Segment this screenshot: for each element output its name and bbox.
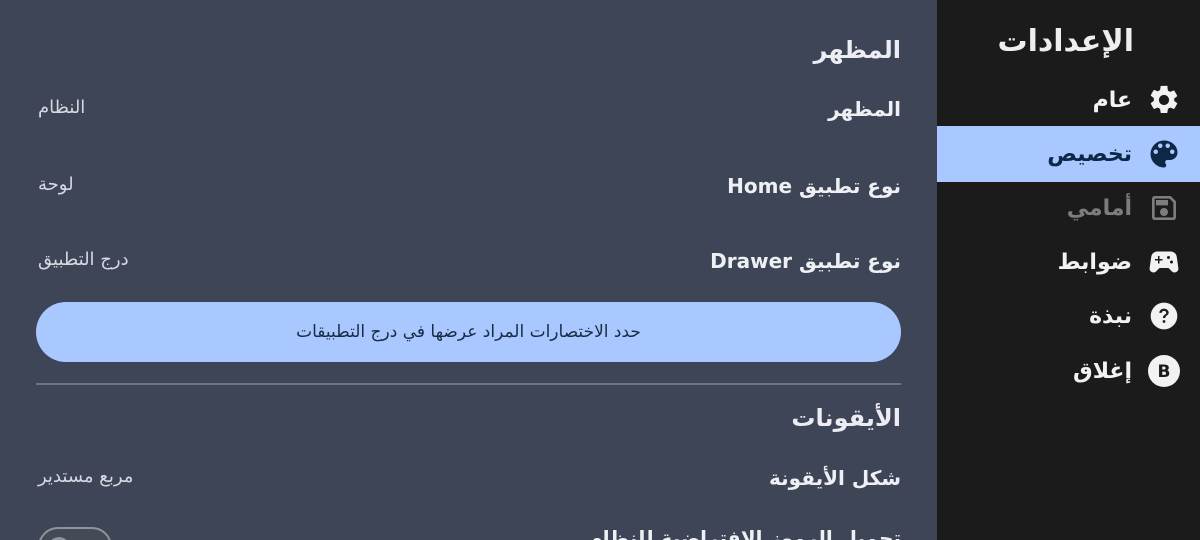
help-circle-icon <box>1146 298 1182 334</box>
section-divider <box>36 383 901 385</box>
gamepad-icon <box>1146 244 1182 280</box>
section-title-appearance: المظهر <box>813 36 901 64</box>
sidebar-item-label: تخصيص <box>1047 141 1132 167</box>
setting-value-theme: النظام <box>38 97 86 118</box>
setting-value-home-type: لوحة <box>38 174 74 195</box>
sidebar-item-label: عام <box>1092 87 1132 113</box>
select-drawer-shortcuts-button[interactable]: حدد الاختصارات المراد عرضها في درج التطب… <box>36 302 901 362</box>
gear-icon <box>1146 82 1182 118</box>
setting-label-home-type[interactable]: نوع تطبيق Home <box>727 174 901 198</box>
b-button-icon: B <box>1146 353 1182 389</box>
sidebar-item-frontend[interactable]: أمامي <box>937 180 1200 236</box>
save-icon <box>1146 190 1182 226</box>
palette-icon <box>1146 136 1182 172</box>
sidebar-title: الإعدادات <box>997 24 1134 59</box>
setting-value-icon-shape: مربع مستدير <box>38 466 134 487</box>
sidebar-item-label: ضوابط <box>1057 249 1132 275</box>
setting-label-load-system-icons[interactable]: تحميل الرموز الافتراضية للنظام <box>588 526 901 540</box>
setting-value-drawer-type: درج التطبيق <box>38 249 129 270</box>
sidebar-item-label: نبذة <box>1089 303 1132 329</box>
settings-sidebar: الإعدادات عام تخصيص أمامي ضوابط نبذة B إ… <box>937 0 1200 540</box>
sidebar-item-close[interactable]: B إغلاق <box>937 343 1200 399</box>
sidebar-item-general[interactable]: عام <box>937 72 1200 128</box>
sidebar-item-controls[interactable]: ضوابط <box>937 234 1200 290</box>
svg-text:B: B <box>1158 362 1171 382</box>
setting-label-icon-shape[interactable]: شكل الأيقونة <box>769 466 901 490</box>
sidebar-item-about[interactable]: نبذة <box>937 288 1200 344</box>
sidebar-item-customization[interactable]: تخصيص <box>937 126 1200 182</box>
section-title-icons: الأيقونات <box>791 404 901 432</box>
sidebar-item-label: أمامي <box>1066 195 1132 221</box>
setting-label-drawer-type[interactable]: نوع تطبيق Drawer <box>710 249 901 273</box>
setting-label-theme[interactable]: المظهر <box>828 97 901 121</box>
load-system-icons-toggle[interactable] <box>38 527 112 540</box>
sidebar-item-label: إغلاق <box>1073 358 1132 384</box>
